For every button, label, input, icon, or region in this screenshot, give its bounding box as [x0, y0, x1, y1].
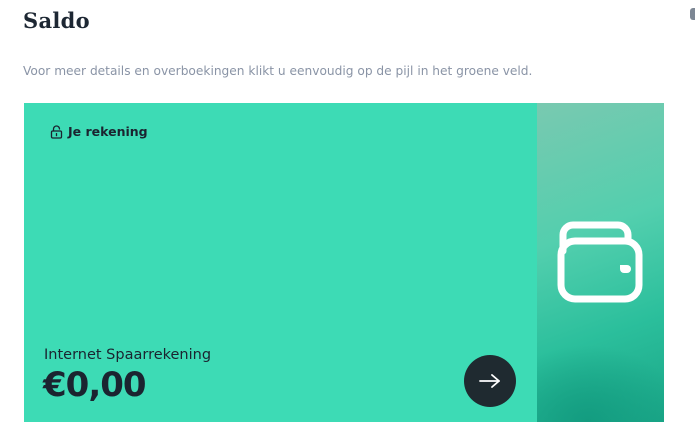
product-name: Internet Spaarrekening — [44, 347, 212, 363]
page-title: Saldo — [23, 8, 90, 33]
account-balance: €0,00 — [43, 365, 147, 405]
account-label: Je rekening — [50, 124, 148, 139]
scroll-edge-indicator — [690, 8, 695, 20]
account-label-text: Je rekening — [68, 124, 148, 139]
lock-icon — [50, 124, 63, 139]
arrow-right-icon — [479, 374, 500, 388]
account-card[interactable]: Je rekening Internet Spaarrekening €0,00 — [24, 103, 664, 422]
page-subtitle: Voor meer details en overboekingen klikt… — [23, 64, 533, 78]
wallet-icon — [556, 221, 644, 305]
open-account-button[interactable] — [464, 355, 516, 407]
